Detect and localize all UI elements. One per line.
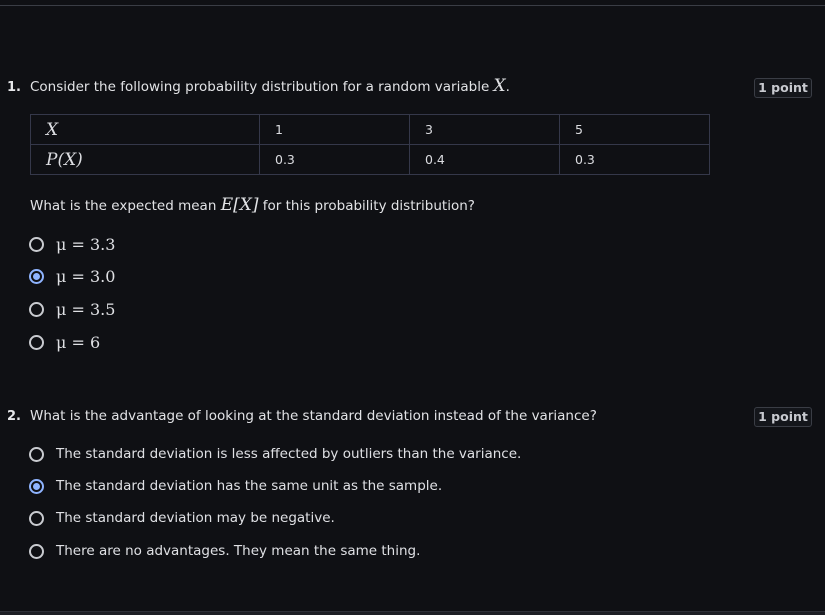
table-cell: 1: [259, 114, 410, 145]
radio-button[interactable]: [29, 446, 44, 462]
radio-button-selected[interactable]: [29, 268, 44, 284]
question-2-number: 2.: [7, 409, 21, 424]
quiz-page: 1. Consider the following probability di…: [0, 0, 825, 615]
radio-button[interactable]: [29, 236, 44, 252]
option-label: μ = 3.0: [56, 266, 116, 286]
question-2-option-4[interactable]: There are no advantages. They mean the s…: [29, 540, 420, 562]
question-1-subprompt-math: E[X]: [220, 195, 259, 215]
radio-button[interactable]: [29, 510, 44, 526]
question-1-prompt-text: Consider the following probability distr…: [30, 79, 490, 95]
question-2-option-2[interactable]: The standard deviation has the same unit…: [29, 475, 442, 497]
option-label: There are no advantages. They mean the s…: [56, 543, 421, 559]
table-cell: 0.3: [259, 144, 410, 175]
question-1-option-1[interactable]: μ = 3.3: [29, 233, 115, 255]
table-row-p: P(X) 0.3 0.4 0.3: [30, 144, 710, 175]
question-1-prompt-math: X: [493, 76, 506, 96]
bottom-divider: [0, 611, 825, 615]
table-cell: 3: [409, 114, 560, 145]
table-header-p: P(X): [30, 144, 260, 175]
top-divider: [0, 5, 825, 6]
table-cell: 0.3: [559, 144, 710, 175]
table-header-x: X: [30, 114, 260, 145]
radio-button[interactable]: [29, 334, 44, 350]
radio-button[interactable]: [29, 543, 44, 559]
radio-button-selected[interactable]: [29, 478, 44, 494]
question-1-option-3[interactable]: μ = 3.5: [29, 298, 115, 320]
question-2-prompt: What is the advantage of looking at the …: [30, 408, 597, 424]
question-2-option-3[interactable]: The standard deviation may be negative.: [29, 507, 335, 529]
option-label: μ = 3.3: [56, 234, 116, 254]
table-row-x: X 1 3 5: [30, 114, 710, 145]
question-1-prompt-suffix: .: [505, 79, 510, 95]
probability-table: X 1 3 5 P(X) 0.3 0.4 0.3: [30, 114, 710, 175]
question-2-option-1[interactable]: The standard deviation is less affected …: [29, 443, 521, 465]
question-1-option-4[interactable]: μ = 6: [29, 331, 100, 353]
option-label: The standard deviation has the same unit…: [56, 478, 443, 494]
table-cell: 0.4: [409, 144, 560, 175]
option-label: The standard deviation is less affected …: [56, 446, 522, 462]
question-1-option-2[interactable]: μ = 3.0: [29, 265, 115, 287]
question-1-subprompt-suffix: for this probability distribution?: [262, 198, 475, 214]
table-cell: 5: [559, 114, 710, 145]
question-1-subprompt: What is the expected mean E[X] for this …: [30, 195, 475, 215]
question-2-points-badge: 1 point: [754, 407, 812, 427]
option-label: μ = 6: [56, 332, 101, 352]
question-1-number: 1.: [7, 80, 21, 95]
question-1-prompt: Consider the following probability distr…: [30, 76, 510, 96]
question-1-subprompt-text: What is the expected mean: [30, 198, 217, 214]
option-label: μ = 3.5: [56, 299, 116, 319]
radio-button[interactable]: [29, 301, 44, 317]
option-label: The standard deviation may be negative.: [56, 510, 335, 526]
question-1-points-badge: 1 point: [754, 78, 812, 98]
